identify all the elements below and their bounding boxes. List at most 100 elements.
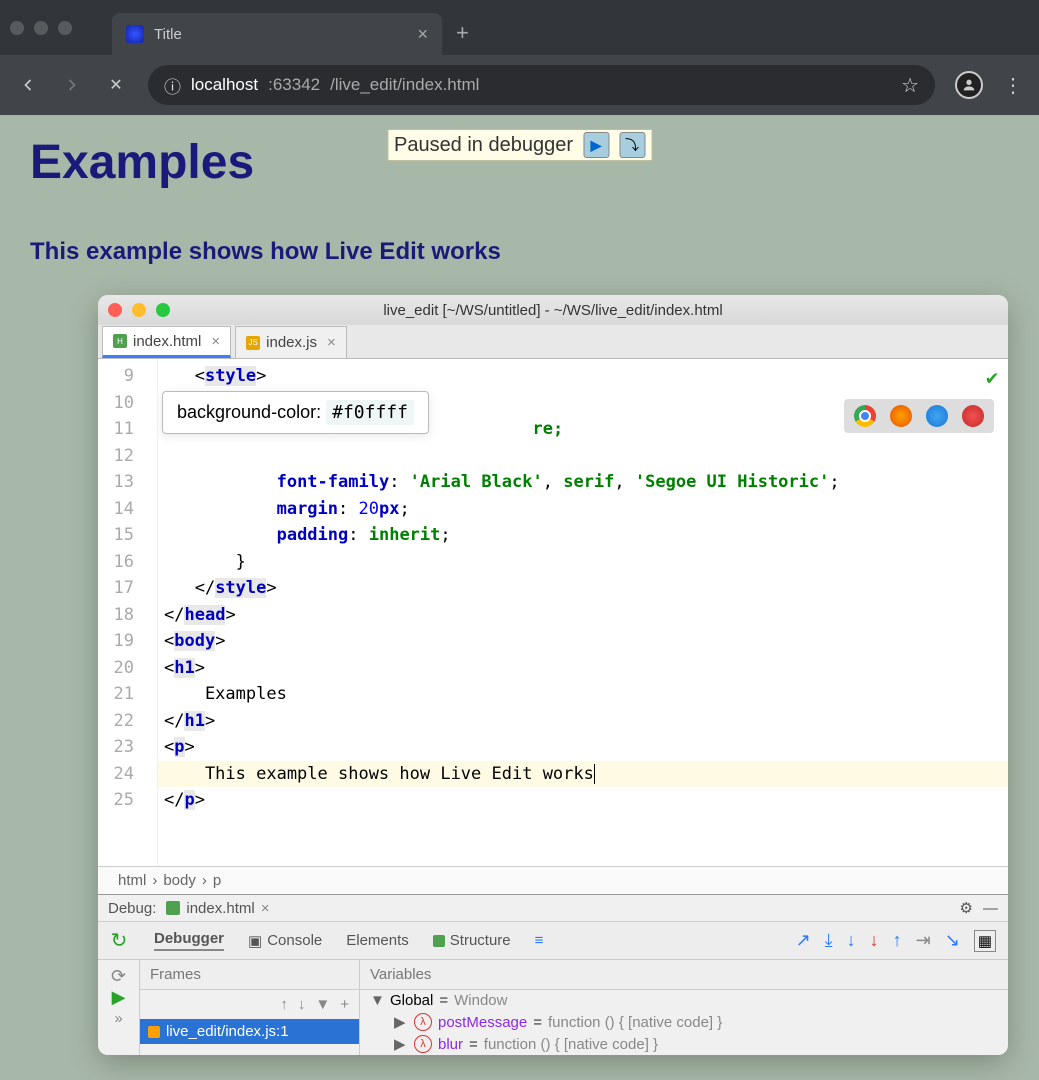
chevron-right-icon[interactable]: ▶	[394, 1035, 408, 1053]
var-name: blur	[438, 1036, 463, 1053]
toast-text: Paused in debugger	[394, 134, 573, 157]
evaluate-icon[interactable]: ↘	[945, 930, 960, 952]
profile-button[interactable]	[955, 71, 983, 99]
debug-label: Debug:	[108, 900, 156, 917]
prev-frame-icon[interactable]: ↑	[280, 996, 288, 1013]
frames-header: Frames	[140, 960, 359, 990]
show-execution-point-icon[interactable]: ↗	[796, 930, 811, 952]
favicon-icon	[126, 25, 144, 43]
bookmark-icon[interactable]: ☆	[901, 73, 919, 98]
window-close-dot[interactable]	[10, 21, 24, 35]
tab-bar: Title × +	[0, 0, 1039, 55]
url-host: localhost	[191, 75, 258, 95]
info-icon[interactable]: ⓘ	[164, 73, 181, 98]
ide-title-text: live_edit [~/WS/untitled] - ~/WS/live_ed…	[383, 302, 722, 319]
elements-tab[interactable]: Elements	[346, 932, 409, 949]
filter-icon[interactable]: ▼	[315, 996, 330, 1013]
debug-toolbar: ↻ Debugger ▣ Console Elements Structure ≡…	[98, 921, 1008, 960]
console-tab[interactable]: ▣ Console	[248, 932, 322, 950]
back-button[interactable]	[16, 73, 40, 97]
page-content: Paused in debugger ▶ ⤵ Examples This exa…	[0, 115, 1039, 286]
step-out-icon[interactable]: ↑	[893, 930, 902, 952]
var-value: function () { [native code] }	[548, 1014, 722, 1031]
code-area[interactable]: <style> re; font-family: 'Arial Black', …	[158, 359, 1008, 866]
editor-tab-index-html[interactable]: H index.html ×	[102, 326, 231, 358]
browser-tab[interactable]: Title ×	[112, 13, 442, 55]
url-field[interactable]: ⓘ localhost :63342/live_edit/index.html ☆	[148, 65, 935, 105]
fold-column[interactable]	[140, 359, 158, 866]
frames-tools: ↑ ↓ ▼ +	[140, 990, 359, 1019]
debug-config-tab[interactable]: index.html ×	[166, 900, 269, 917]
close-tab-icon[interactable]: ×	[211, 333, 220, 350]
debug-panel: Debug: index.html × ⚙ — ↻ Debugger ▣ Cons…	[98, 894, 1008, 1055]
reload-button[interactable]: ⟳	[111, 966, 126, 987]
chrome-icon[interactable]	[854, 405, 876, 427]
structure-tab[interactable]: Structure	[433, 932, 511, 949]
add-icon[interactable]: +	[340, 996, 349, 1013]
var-value: Window	[454, 992, 507, 1009]
window-min-dot[interactable]	[34, 21, 48, 35]
stack-frame-selected[interactable]: live_edit/index.js:1	[140, 1019, 359, 1044]
html-file-icon: H	[113, 334, 127, 348]
opera-icon[interactable]	[962, 405, 984, 427]
code-editor[interactable]: ✔ background-color: #f0ffff 910111213141…	[98, 359, 1008, 866]
forward-button[interactable]	[60, 73, 84, 97]
close-tab-icon[interactable]: ×	[417, 24, 428, 45]
breadcrumb-item[interactable]: p	[213, 872, 221, 889]
inspection-ok-icon[interactable]: ✔	[986, 365, 998, 389]
ide-max-button[interactable]	[156, 303, 170, 317]
tooltip-prefix: background-color:	[177, 402, 321, 422]
variable-row-blur[interactable]: ▶ λ blur = function () { [native code] }	[360, 1033, 1008, 1055]
new-tab-button[interactable]: +	[456, 20, 469, 46]
frame-label: live_edit/index.js:1	[166, 1023, 289, 1040]
run-to-cursor-icon[interactable]: ⇥	[916, 930, 931, 952]
breadcrumb[interactable]: html › body › p	[98, 866, 1008, 894]
step-into-icon[interactable]: ↓	[847, 930, 856, 952]
open-in-browser-bar	[844, 399, 994, 433]
chevron-down-icon[interactable]: ▼	[370, 992, 384, 1009]
variable-row-global[interactable]: ▼ Global = Window	[360, 990, 1008, 1011]
variable-row-postmessage[interactable]: ▶ λ postMessage = function () { [native …	[360, 1011, 1008, 1033]
ide-min-button[interactable]	[132, 303, 146, 317]
url-path: /live_edit/index.html	[330, 75, 479, 95]
debug-body: ⟳ ▶ » Frames ↑ ↓ ▼ + live_edit/index.js:…	[98, 960, 1008, 1055]
calculator-icon[interactable]: ▦	[974, 930, 996, 952]
var-name: Global	[390, 992, 433, 1009]
close-tab-icon[interactable]: ×	[327, 334, 336, 351]
browser-chrome: Title × + ✕ ⓘ localhost :63342/live_edit/…	[0, 0, 1039, 115]
close-icon[interactable]: ×	[261, 900, 270, 917]
rerun-button[interactable]: ↻	[98, 923, 140, 959]
reload-button[interactable]: ✕	[104, 73, 128, 97]
more-tabs-icon[interactable]: ≡	[535, 932, 544, 949]
paused-debugger-toast: Paused in debugger ▶ ⤵	[387, 129, 652, 161]
structure-tab-label: Structure	[450, 932, 511, 949]
ide-close-button[interactable]	[108, 303, 122, 317]
menu-button[interactable]: ⋮	[1003, 73, 1023, 98]
frames-column: Frames ↑ ↓ ▼ + live_edit/index.js:1	[140, 960, 360, 1055]
console-icon: ▣	[248, 932, 262, 950]
debugger-tab[interactable]: Debugger	[154, 930, 224, 951]
step-over-button[interactable]: ⤵	[619, 132, 645, 158]
editor-tab-index-js[interactable]: JS index.js ×	[235, 326, 347, 358]
console-tab-label: Console	[267, 932, 322, 949]
more-icon[interactable]: »	[104, 1008, 132, 1029]
breadcrumb-item[interactable]: html	[118, 872, 146, 889]
resume-button[interactable]: ▶	[583, 132, 609, 158]
url-port: :63342	[268, 75, 320, 95]
firefox-icon[interactable]	[890, 405, 912, 427]
breadcrumb-item[interactable]: body	[163, 872, 196, 889]
next-frame-icon[interactable]: ↓	[298, 996, 306, 1013]
var-value: function () { [native code] }	[484, 1036, 658, 1053]
force-step-into-icon[interactable]: ↓	[870, 930, 879, 952]
tab-title: Title	[154, 26, 182, 43]
tooltip-value: #f0ffff	[326, 400, 414, 425]
window-max-dot[interactable]	[58, 21, 72, 35]
resume-button[interactable]: ▶	[112, 987, 126, 1008]
editor-tabs: H index.html × JS index.js ×	[98, 325, 1008, 359]
safari-icon[interactable]	[926, 405, 948, 427]
lambda-icon: λ	[414, 1035, 432, 1053]
step-over-icon[interactable]: ⤓	[825, 930, 833, 952]
minimize-panel-icon[interactable]: —	[983, 900, 998, 917]
gear-icon[interactable]: ⚙	[960, 899, 973, 917]
chevron-right-icon[interactable]: ▶	[394, 1013, 408, 1031]
